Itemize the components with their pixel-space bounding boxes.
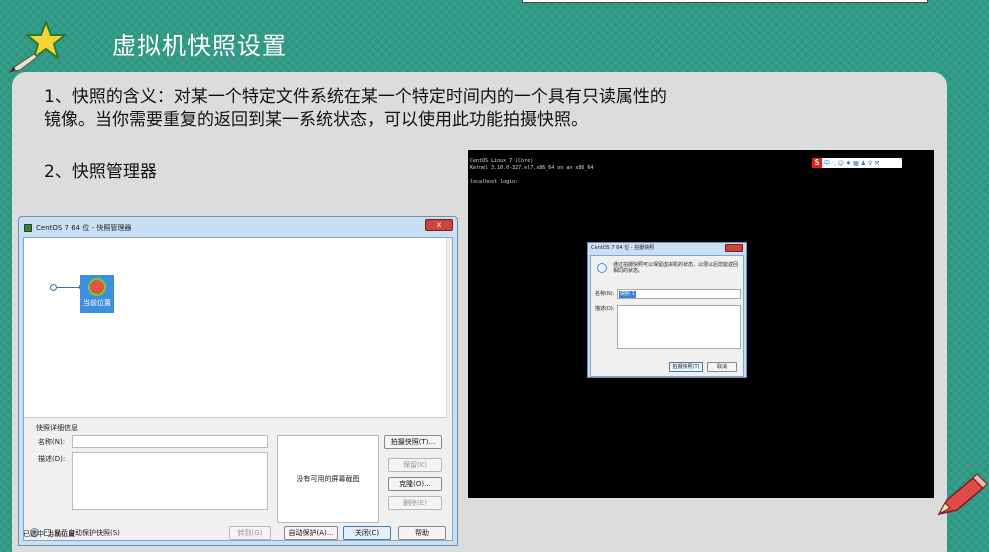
ime-status-icons: 中 ·, ☺ ♦ ▦ ♟ ♀ ⚒ <box>824 159 880 167</box>
snapshot-manager-heading: 2、快照管理器 <box>44 162 157 182</box>
screenshot-preview: 没有可用的屏幕截图 <box>277 435 379 523</box>
definition-paragraph: 1、快照的含义：对某一个特定文件系统在某一个特定时间内的一个具有只读属性的 镜像… <box>44 86 804 132</box>
pencil-icon <box>8 53 38 73</box>
vertical-scrollbar[interactable] <box>446 238 452 418</box>
window-body: 当前位置 快照详细信息 名称(N): 描述(D): 没有可用的屏幕截图 拍摄快照… <box>23 237 453 541</box>
window-title: CentOS 7 64 位 - 快照管理器 <box>36 224 132 232</box>
name-label: 名称(N): <box>38 438 66 446</box>
vm-icon <box>24 224 32 232</box>
delete-button[interactable]: 删除(E) <box>388 496 442 510</box>
name-field[interactable] <box>72 435 268 448</box>
dialog-close-button[interactable] <box>725 244 743 252</box>
autoprotect-button[interactable]: 自动保护(A)... <box>284 526 338 540</box>
vm-console[interactable]: CentOS Linux 7 (Core) Kernel 3.10.0-327.… <box>468 150 934 498</box>
close-button[interactable]: 关闭(C) <box>343 526 391 540</box>
details-group-label: 快照详细信息 <box>36 424 78 432</box>
description-field[interactable] <box>72 452 268 510</box>
dialog-name-field[interactable]: 快照 1 <box>617 289 741 299</box>
pencil-decoration-icon <box>937 473 988 516</box>
snapshot-tree: 当前位置 <box>24 238 452 418</box>
description-label: 描述(D): <box>38 455 66 463</box>
no-screenshot-text: 没有可用的屏幕截图 <box>296 475 360 483</box>
keep-button[interactable]: 保留(K) <box>388 458 442 472</box>
top-frame <box>522 0 928 3</box>
tree-connector <box>57 285 83 289</box>
dialog-info-text: 通过拍摄快照可以保留虚拟机的状态，以便以后您能返回相同的状态。 <box>613 262 739 274</box>
help-button[interactable]: 帮助 <box>398 526 446 540</box>
take-snapshot-button[interactable]: 拍摄快照(T)... <box>384 435 442 449</box>
current-position-icon <box>88 278 106 296</box>
current-position-label: 当前位置 <box>83 299 111 307</box>
console-line-login: localhost login: <box>470 179 519 185</box>
snapshot-manager-window: CentOS 7 64 位 - 快照管理器 x 当前位置 快照详细信息 名称(N… <box>18 216 458 546</box>
ime-toolbar[interactable]: S 中 ·, ☺ ♦ ▦ ♟ ♀ ⚒ <box>812 158 902 168</box>
console-line-os: CentOS Linux 7 (Core) <box>470 158 534 164</box>
ime-logo-icon: S <box>812 158 822 168</box>
info-icon <box>597 263 607 273</box>
definition-line-1: 1、快照的含义：对某一个特定文件系统在某一个特定时间内的一个具有只读属性的 <box>44 87 667 107</box>
dialog-name-value: 快照 1 <box>619 291 636 298</box>
console-line-kernel: Kernel 3.10.0-327.el7.x86_64 on an x86_6… <box>470 165 594 171</box>
dialog-body: 通过拍摄快照可以保留虚拟机的状态，以便以后您能返回相同的状态。 名称(N): 快… <box>590 255 744 377</box>
root-node[interactable] <box>50 284 57 291</box>
goto-button[interactable]: 转到(G) <box>229 526 271 540</box>
dialog-description-field[interactable] <box>617 305 741 349</box>
slide-title: 虚拟机快照设置 <box>112 32 287 60</box>
dialog-description-label: 描述(D): <box>595 306 615 312</box>
take-snapshot-dialog: CentOS 7 64 位 - 拍摄快照 通过拍摄快照可以保留虚拟机的状态，以便… <box>587 242 747 378</box>
dialog-name-label: 名称(N): <box>595 291 615 297</box>
dialog-title: CentOS 7 64 位 - 拍摄快照 <box>591 245 655 251</box>
window-close-button[interactable]: x <box>425 219 453 231</box>
console-output: CentOS Linux 7 (Core) Kernel 3.10.0-327.… <box>470 158 593 186</box>
window-titlebar: CentOS 7 64 位 - 快照管理器 <box>21 220 451 236</box>
status-bar: 已选中"当前位置" <box>23 530 79 538</box>
current-position-node[interactable]: 当前位置 <box>80 275 114 313</box>
definition-line-2: 镜像。当你需要重复的返回到某一系统状态，可以使用此功能拍摄快照。 <box>44 110 588 130</box>
clone-button[interactable]: 克隆(O)... <box>388 477 442 491</box>
dialog-cancel-button[interactable]: 取消 <box>707 362 737 372</box>
dialog-take-snapshot-button[interactable]: 拍摄快照(T) <box>669 362 703 372</box>
